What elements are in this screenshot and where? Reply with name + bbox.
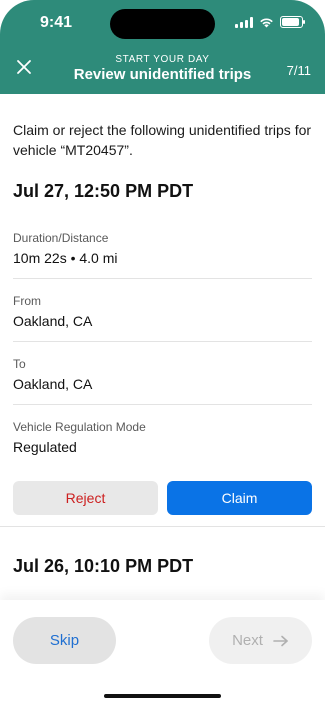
section-divider [0, 526, 325, 527]
trip-counter: 7/11 [286, 63, 311, 78]
field-label: To [13, 357, 26, 371]
bottom-bar: Skip Next [0, 600, 325, 705]
phone-screen: 9:41 START YOUR DAY Review unidentified … [0, 0, 325, 705]
field-duration-distance: Duration/Distance 10m 22s • 4.0 mi [13, 231, 313, 266]
cellular-signal-icon [235, 16, 253, 28]
header-kicker: START YOUR DAY [115, 54, 210, 65]
next-label: Next [232, 632, 263, 649]
arrow-right-icon [273, 635, 288, 646]
field-label: From [13, 294, 41, 308]
divider [13, 341, 312, 342]
field-from: From Oakland, CA [13, 294, 313, 329]
header: 9:41 START YOUR DAY Review unidentified … [0, 0, 325, 94]
field-label: Vehicle Regulation Mode [13, 420, 146, 434]
field-value: Oakland, CA [13, 313, 93, 329]
reject-button[interactable]: Reject [13, 481, 158, 515]
trip-actions: Reject Claim [13, 481, 312, 515]
divider [13, 278, 312, 279]
next-button[interactable]: Next [209, 617, 312, 664]
intro-text: Claim or reject the following unidentifi… [13, 122, 312, 158]
field-label: Duration/Distance [13, 231, 109, 245]
next-trip-date: Jul 26, 10:10 PM PDT [13, 556, 194, 576]
claim-button[interactable]: Claim [167, 481, 312, 515]
divider [13, 404, 312, 405]
field-value: Regulated [13, 439, 77, 455]
home-indicator [104, 694, 221, 698]
field-to: To Oakland, CA [13, 357, 313, 392]
wifi-icon [260, 17, 273, 27]
field-regulation-mode: Vehicle Regulation Mode Regulated [13, 420, 313, 455]
status-icons [235, 16, 305, 28]
battery-icon [280, 16, 305, 28]
skip-button[interactable]: Skip [13, 617, 116, 664]
page-title: Review unidentified trips [73, 66, 252, 83]
status-time: 9:41 [40, 14, 73, 31]
trip-date: Jul 27, 12:50 PM PDT [13, 181, 194, 201]
field-value: 10m 22s • 4.0 mi [13, 250, 118, 266]
field-value: Oakland, CA [13, 376, 93, 392]
dynamic-island [110, 9, 215, 39]
